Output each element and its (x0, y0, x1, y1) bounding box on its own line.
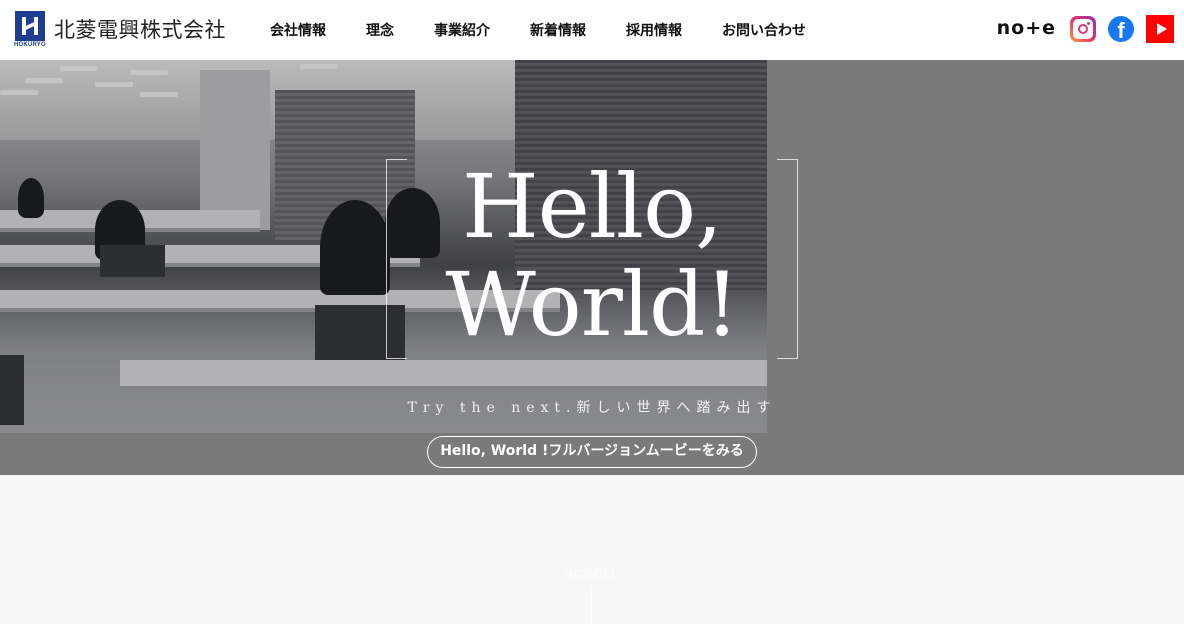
watch-movie-button[interactable]: Hello, World !フルバージョンムービーをみる (427, 436, 757, 468)
nav-item-business[interactable]: 事業紹介 (434, 20, 490, 40)
scroll-indicator-line (591, 587, 592, 624)
nav-item-philosophy[interactable]: 理念 (366, 20, 394, 40)
hero-headline-line2: World! (445, 253, 739, 356)
nav-item-recruit[interactable]: 採用情報 (626, 20, 682, 40)
instagram-icon[interactable] (1070, 16, 1096, 42)
note-icon[interactable]: no+e (997, 17, 1056, 39)
nav-item-company[interactable]: 会社情報 (270, 20, 326, 40)
hero-tagline: Try the next.新しい世界へ踏み出す (407, 400, 777, 416)
hokuryo-logo-icon: HOKURYO (14, 11, 46, 49)
scroll-indicator-label: SCROLL (564, 567, 620, 581)
company-logo[interactable]: HOKURYO 北菱電興株式会社 (14, 11, 226, 49)
hero-section: Hello, World! Try the next.新しい世界へ踏み出す He… (0, 60, 1184, 475)
hero-headline-line1: Hello, (461, 155, 723, 258)
main-nav: 会社情報 理念 事業紹介 新着情報 採用情報 お問い合わせ (270, 0, 846, 60)
company-name: 北菱電興株式会社 (54, 18, 226, 42)
hero-headline: Hello, World! (386, 158, 798, 354)
logo-subtext: HOKURYO (14, 42, 46, 48)
youtube-icon[interactable] (1146, 15, 1174, 43)
facebook-icon[interactable]: f (1108, 16, 1134, 42)
site-header: HOKURYO 北菱電興株式会社 会社情報 理念 事業紹介 新着情報 採用情報 … (0, 0, 1184, 60)
nav-item-news[interactable]: 新着情報 (530, 20, 586, 40)
social-links: no+e f (997, 15, 1174, 43)
nav-item-contact[interactable]: お問い合わせ (722, 20, 806, 40)
content-area: SCROLL (0, 475, 1184, 624)
